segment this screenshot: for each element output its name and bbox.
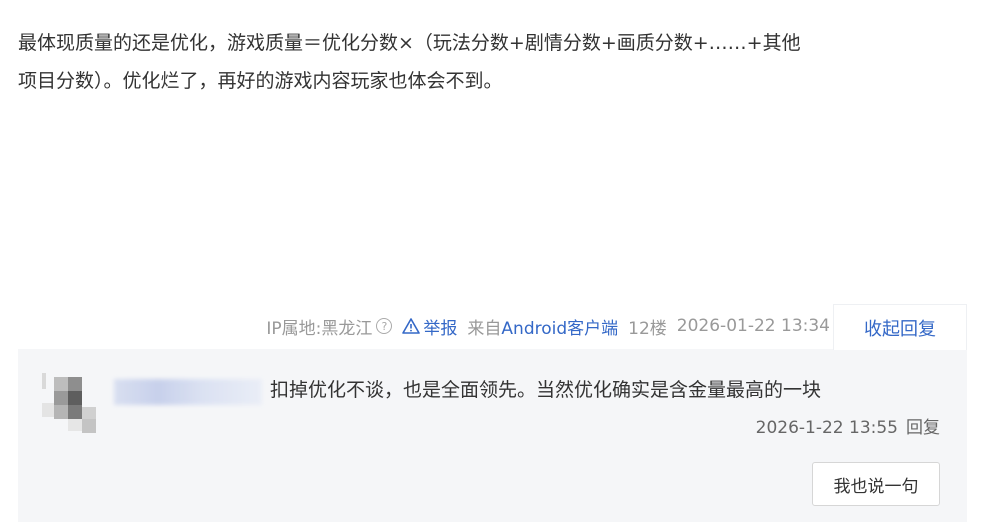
post-text-line-2: 项目分数）。优化烂了，再好的游戏内容玩家也体会不到。	[18, 70, 503, 92]
reply-panel: 扣掉优化不谈，也是全面领先。当然优化确实是含金量最高的一块 2026-1-22 …	[18, 349, 967, 522]
ip-location: IP属地:黑龙江 ?	[266, 314, 393, 339]
reply-link[interactable]: 回复	[906, 418, 940, 438]
post-meta-bar: IP属地:黑龙江 ? 举报 来自 Android客户端 12楼 2026-01-2…	[0, 304, 830, 348]
collapse-replies-button[interactable]: 收起回复	[833, 304, 967, 350]
warning-icon	[402, 318, 421, 334]
avatar-image	[42, 373, 102, 433]
report-label: 举报	[423, 318, 458, 339]
post-datetime: 2026-01-22 13:34	[676, 316, 830, 336]
reply-username-blurred[interactable]	[114, 379, 262, 405]
post-source: 来自 Android客户端	[467, 314, 618, 339]
ip-location-label: IP属地:黑龙江	[266, 318, 373, 339]
report-link[interactable]: 举报	[402, 314, 457, 339]
post-content: 最体现质量的还是优化，游戏质量＝优化分数×（玩法分数+剧情分数+画质分数+……+…	[18, 24, 968, 100]
android-client-link[interactable]: Android客户端	[501, 314, 618, 339]
say-something-button[interactable]: 我也说一句	[812, 462, 940, 506]
floor-number: 12楼	[628, 318, 667, 339]
reply-text: 扣掉优化不谈，也是全面领先。当然优化确实是含金量最高的一块	[270, 379, 822, 401]
avatar[interactable]	[42, 373, 102, 433]
reply-datetime: 2026-1-22 13:55	[755, 418, 898, 438]
reply-meta: 2026-1-22 13:55 回复	[756, 413, 940, 438]
help-icon[interactable]: ?	[376, 318, 393, 334]
post-source-prefix: 来自	[467, 318, 502, 339]
post-text-line-1: 最体现质量的还是优化，游戏质量＝优化分数×（玩法分数+剧情分数+画质分数+……+…	[18, 32, 801, 54]
